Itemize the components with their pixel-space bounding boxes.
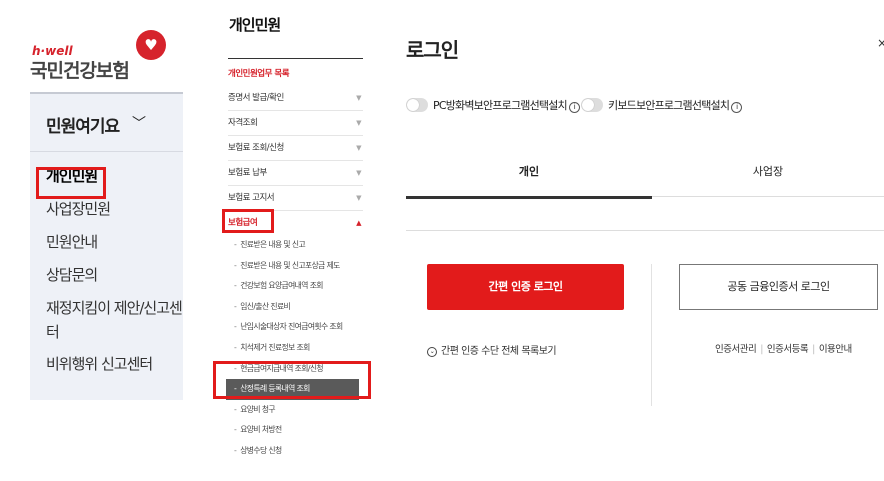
firewall-toggle-label[interactable]: PC방화벽보안프로그램선택설치 i [433,97,580,113]
chevron-down-icon: ﹀ [132,116,146,132]
login-title: 로그인 [406,38,459,62]
cert-register-link[interactable]: 인증서등록 [767,344,809,355]
close-icon[interactable]: × [877,36,884,50]
triangle-down-icon: ▼ [356,94,361,102]
category-selector[interactable]: 민원여기요 ﹀ [30,92,183,152]
easy-auth-list-link[interactable]: ⌄ 간편 인증 수단 전체 목록보기 [427,342,557,357]
menu-item-premium-payment[interactable]: 보험료 납부 ▼ [228,161,363,186]
menu-item-certificate[interactable]: 증명서 발급/확인 ▼ [228,86,363,111]
submenu-item[interactable]: 진료받은 내용 및 신고 [230,235,366,256]
sidebar-item-finance-report[interactable]: 재정지킴이 제안/신고센터 [30,292,183,348]
sidebar: 민원여기요 ﹀ 개인민원 사업장민원 민원안내 상담문의 재정지킴이 제안/신고… [30,92,183,400]
certificate-login-button[interactable]: 공동 금융인증서 로그인 [679,264,878,310]
nhis-logo[interactable]: h·well 국민건강보험 ♥ [30,30,170,82]
submenu-item[interactable]: 임신/출산 진료비 [230,297,366,318]
login-tabs: 개인 사업장 [406,150,884,199]
cert-manage-link[interactable]: 인증서관리 [715,344,757,355]
submenu-item[interactable]: 요양비 처방전 [230,420,366,441]
easy-auth-login-button[interactable]: 간편 인증 로그인 [427,264,624,310]
heart-icon: ♥ [136,30,166,60]
submenu-item[interactable]: 치석제거 진료정보 조회 [230,338,366,359]
divider [651,264,652,406]
usage-guide-link[interactable]: 이용안내 [819,344,852,355]
sidebar-item-misconduct-report[interactable]: 비위행위 신고센터 [30,348,183,381]
tab-business[interactable]: 사업장 [652,150,884,197]
triangle-down-icon: ▼ [356,194,361,202]
highlight-box-benefit [222,209,274,233]
divider [228,58,363,59]
sidebar-item-guide[interactable]: 민원안내 [30,226,183,259]
firewall-toggle[interactable] [406,98,428,112]
menu-item-premium-notice[interactable]: 보험료 고지서 ▼ [228,186,363,211]
triangle-up-icon: ▲ [356,219,361,227]
chevron-down-circle-icon: ⌄ [427,347,437,357]
submenu-item[interactable]: 진료받은 내용 및 신고포상금 제도 [230,256,366,277]
submenu-item[interactable]: 난임시술대상자 진여급여횟수 조회 [230,317,366,338]
logo-text: 국민건강보험 [30,60,130,82]
triangle-down-icon: ▼ [356,119,361,127]
highlight-box-personal [36,167,106,199]
category-title: 민원여기요 [46,117,120,137]
service-menu-header: 개인민원업무 목록 [228,69,290,79]
tab-personal[interactable]: 개인 [406,150,652,199]
info-icon[interactable]: i [731,102,743,113]
certificate-links: 인증서관리 | 인증서등록 | 이용안내 [715,344,852,355]
submenu-item[interactable]: 요양비 청구 [230,400,366,421]
triangle-down-icon: ▼ [356,144,361,152]
menu-item-premium-inquiry[interactable]: 보험료 조회/신청 ▼ [228,136,363,161]
menu-item-eligibility[interactable]: 자격조회 ▼ [228,111,363,136]
divider [406,230,884,231]
highlight-box-special-registration [213,361,371,399]
triangle-down-icon: ▼ [356,169,361,177]
keyboard-security-toggle[interactable] [581,98,603,112]
section-title: 개인민원 [229,16,281,34]
submenu-item[interactable]: 상병수당 신청 [230,441,366,462]
sidebar-item-consult[interactable]: 상담문의 [30,259,183,292]
submenu-item[interactable]: 건강보험 요양급여내역 조회 [230,276,366,297]
info-icon[interactable]: i [568,102,580,113]
keyboard-security-toggle-label[interactable]: 키보드보안프로그램선택설치 i [608,97,743,113]
benefit-submenu: 진료받은 내용 및 신고 진료받은 내용 및 신고포상금 제도 건강보험 요양급… [226,235,366,462]
